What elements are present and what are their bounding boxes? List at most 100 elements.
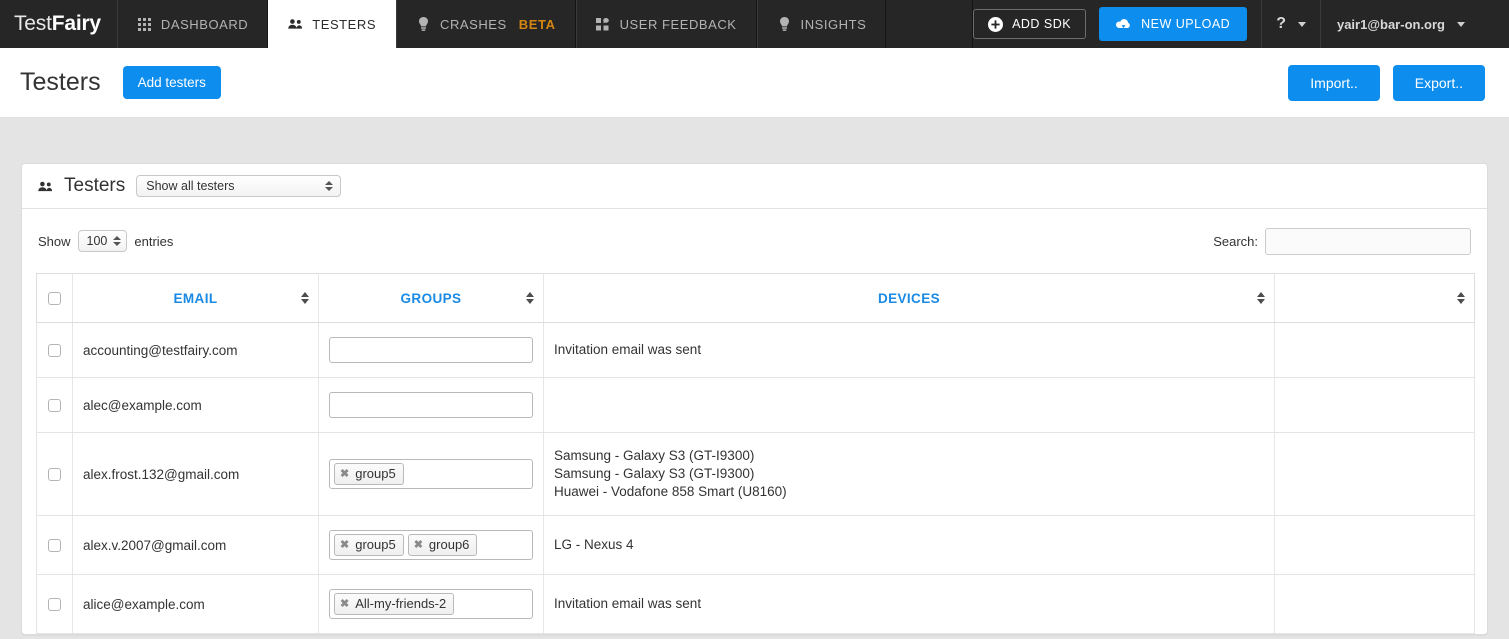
sort-icon <box>526 292 534 304</box>
groups-tag-input[interactable]: ✖ group5 ✖ group6 <box>329 530 533 560</box>
groups-tag-input[interactable] <box>329 392 533 418</box>
people-icon <box>288 17 303 32</box>
device-line: Invitation email was sent <box>554 341 1264 359</box>
column-header-groups[interactable]: GROUPS <box>319 274 544 323</box>
cell-devices: Invitation email was sent <box>544 575 1275 634</box>
group-tag[interactable]: ✖ All-my-friends-2 <box>334 593 454 615</box>
page-length-select[interactable]: 100 <box>78 230 128 252</box>
cell-actions <box>1275 516 1475 575</box>
testers-panel: Testers Show all testers Show 100 entrie… <box>21 163 1488 635</box>
row-select-checkbox[interactable] <box>48 468 61 481</box>
sort-icon <box>301 292 309 304</box>
group-tag-label: group5 <box>355 466 395 482</box>
cloud-upload-icon <box>1116 17 1131 32</box>
group-tag-label: group6 <box>429 537 469 553</box>
page-length-value: 100 <box>87 234 108 248</box>
testers-filter-select-value: Show all testers <box>146 179 234 193</box>
device-line: Samsung - Galaxy S3 (GT-I9300) <box>554 447 1264 465</box>
add-sdk-button[interactable]: ADD SDK <box>973 9 1086 39</box>
datatable-controls: Show 100 entries Search: <box>36 223 1473 273</box>
column-header-email[interactable]: EMAIL <box>73 274 319 323</box>
people-icon <box>38 179 53 194</box>
cell-groups: ✖ All-my-friends-2 <box>319 575 544 634</box>
column-header-groups-label: GROUPS <box>401 291 462 306</box>
remove-group-icon[interactable]: ✖ <box>340 537 349 553</box>
table-row: alex.frost.132@gmail.com ✖ group5 Samsung -… <box>37 433 1475 516</box>
groups-tag-input[interactable]: ✖ group5 <box>329 459 533 489</box>
device-line: Samsung - Galaxy S3 (GT-I9300) <box>554 465 1264 483</box>
testers-table: EMAIL GROUPS DEVICES <box>36 273 1475 634</box>
cell-email: accounting@testfairy.com <box>73 323 319 378</box>
top-navbar: TestFairy DASHBOARD TESTERS CRASHES BETA <box>0 0 1509 48</box>
grid-icon <box>137 17 152 32</box>
question-mark-icon: ? <box>1276 15 1286 33</box>
device-line: Huawei - Vodafone 858 Smart (U8160) <box>554 483 1264 501</box>
nav-tab-dashboard-label: DASHBOARD <box>161 17 248 32</box>
column-header-devices[interactable]: DEVICES <box>544 274 1275 323</box>
group-tag-label: All-my-friends-2 <box>355 596 446 612</box>
page-header: Testers Add testers Import.. Export.. <box>0 48 1509 118</box>
nav-tab-crashes[interactable]: CRASHES BETA <box>396 0 576 48</box>
sort-icon <box>1257 292 1265 304</box>
row-select-cell <box>37 378 73 433</box>
groups-tag-input[interactable]: ✖ All-my-friends-2 <box>329 589 533 619</box>
table-row: alec@example.com <box>37 378 1475 433</box>
user-menu[interactable]: yair1@bar-on.org <box>1320 0 1479 48</box>
nav-tab-insights[interactable]: INSIGHTS <box>757 0 887 48</box>
datatable-length-control: Show 100 entries <box>38 230 173 252</box>
row-select-cell <box>37 433 73 516</box>
group-tag[interactable]: ✖ group5 <box>334 463 404 485</box>
row-select-checkbox[interactable] <box>48 344 61 357</box>
group-tag[interactable]: ✖ group5 <box>334 534 404 556</box>
import-button[interactable]: Import.. <box>1288 65 1379 101</box>
column-header-devices-label: DEVICES <box>878 291 940 306</box>
brand-logo-bold: Fairy <box>52 12 101 36</box>
group-tag[interactable]: ✖ group6 <box>408 534 478 556</box>
length-suffix-label: entries <box>134 234 173 249</box>
add-testers-button[interactable]: Add testers <box>123 66 221 99</box>
feedback-icon <box>596 17 611 32</box>
cell-groups: ✖ group5 ✖ group6 <box>319 516 544 575</box>
cell-actions <box>1275 323 1475 378</box>
device-line: Invitation email was sent <box>554 595 1264 613</box>
nav-tab-testers-label: TESTERS <box>312 17 376 32</box>
groups-tag-input[interactable] <box>329 337 533 363</box>
device-line: LG - Nexus 4 <box>554 536 1264 554</box>
export-button[interactable]: Export.. <box>1393 65 1485 101</box>
cell-devices: LG - Nexus 4 <box>544 516 1275 575</box>
chevron-down-icon <box>1298 22 1306 27</box>
nav-tab-crashes-label: CRASHES <box>440 17 507 32</box>
nav-tab-user-feedback[interactable]: USER FEEDBACK <box>576 0 757 48</box>
cell-actions <box>1275 575 1475 634</box>
bulb-icon <box>777 17 792 32</box>
cell-groups: ✖ group5 <box>319 433 544 516</box>
table-row: accounting@testfairy.com Invitation email… <box>37 323 1475 378</box>
remove-group-icon[interactable]: ✖ <box>414 537 423 553</box>
select-stepper-icon <box>325 181 333 191</box>
nav-tabs: DASHBOARD TESTERS CRASHES BETA USER FEED… <box>117 0 886 48</box>
row-select-cell <box>37 516 73 575</box>
table-head: EMAIL GROUPS DEVICES <box>37 274 1475 323</box>
remove-group-icon[interactable]: ✖ <box>340 596 349 612</box>
testers-filter-select[interactable]: Show all testers <box>136 175 341 197</box>
nav-tab-insights-label: INSIGHTS <box>801 17 867 32</box>
row-select-checkbox[interactable] <box>48 399 61 412</box>
cell-email: alex.frost.132@gmail.com <box>73 433 319 516</box>
panel-title: Testers <box>64 175 125 197</box>
nav-tab-testers[interactable]: TESTERS <box>268 0 396 48</box>
row-select-checkbox[interactable] <box>48 539 61 552</box>
remove-group-icon[interactable]: ✖ <box>340 466 349 482</box>
group-tag-label: group5 <box>355 537 395 553</box>
help-menu[interactable]: ? <box>1261 0 1320 48</box>
brand-logo[interactable]: TestFairy <box>0 0 117 48</box>
column-header-email-label: EMAIL <box>174 291 218 306</box>
navbar-spacer <box>886 0 973 48</box>
cell-actions <box>1275 433 1475 516</box>
column-header-actions[interactable] <box>1275 274 1475 323</box>
nav-tab-dashboard[interactable]: DASHBOARD <box>117 0 268 48</box>
search-label: Search: <box>1213 234 1258 249</box>
select-all-checkbox[interactable] <box>48 292 61 305</box>
row-select-checkbox[interactable] <box>48 598 61 611</box>
new-upload-button[interactable]: NEW UPLOAD <box>1099 7 1247 41</box>
search-input[interactable] <box>1265 228 1471 255</box>
